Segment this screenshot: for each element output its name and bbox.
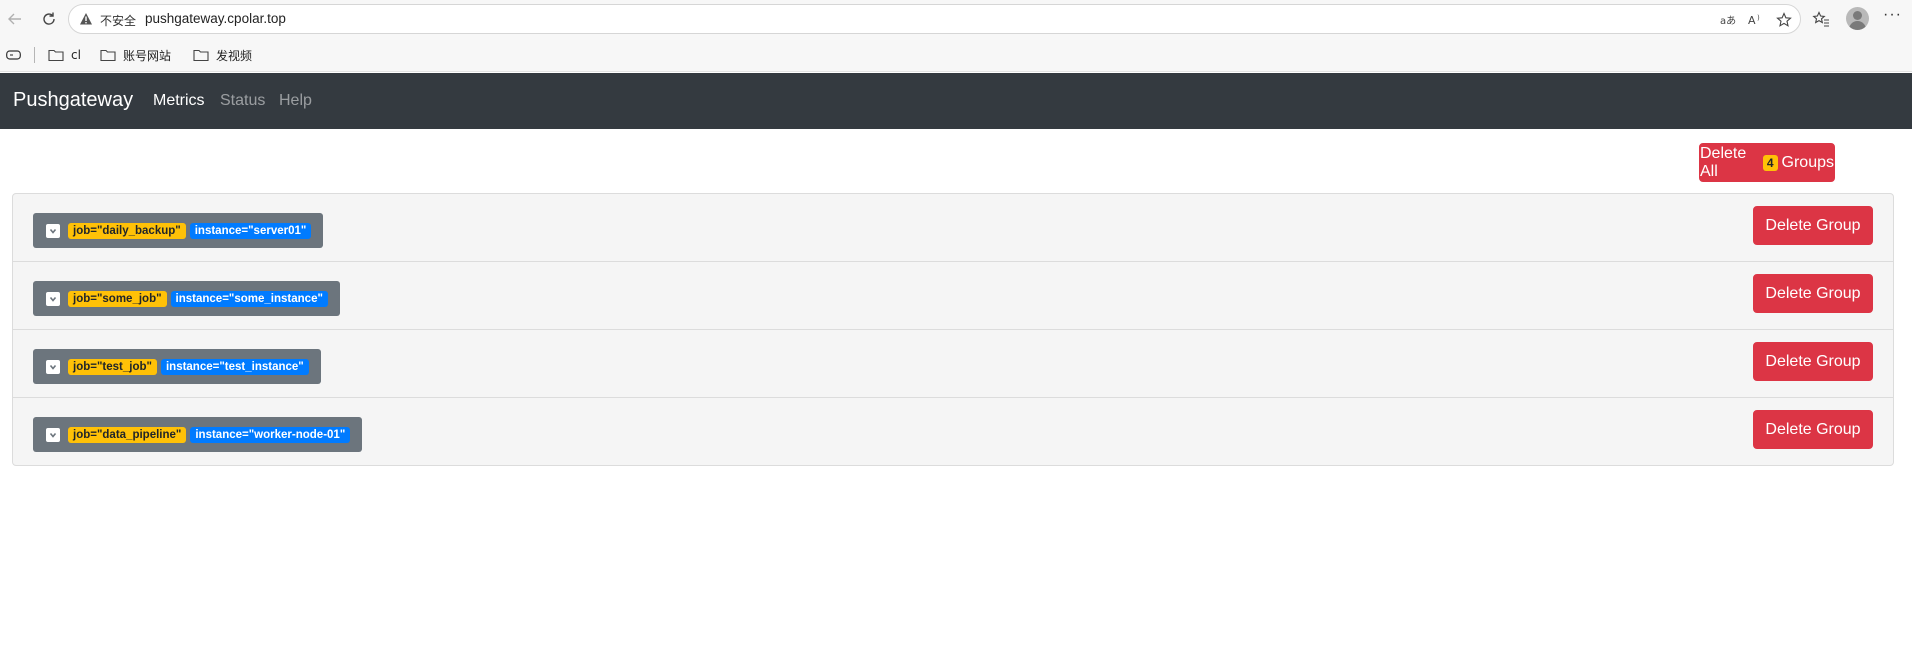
nav-link-status[interactable]: Status — [220, 92, 265, 110]
group-label-toggle[interactable]: job="daily_backup" instance="server01" — [33, 213, 324, 248]
group-row: job="daily_backup" instance="server01" D… — [13, 194, 1893, 262]
job-label-chip: job="daily_backup" — [68, 222, 186, 239]
instance-label-chip: instance="test_instance" — [160, 358, 309, 375]
translate-icon[interactable]: aあ — [1719, 11, 1737, 29]
gamepad-icon[interactable] — [6, 49, 21, 61]
expand-toggle-icon — [46, 359, 60, 374]
delete-group-button[interactable]: Delete Group — [1753, 274, 1873, 313]
read-aloud-icon[interactable]: A) — [1747, 11, 1765, 29]
brand-link[interactable]: Pushgateway — [13, 89, 133, 112]
expand-toggle-icon — [46, 427, 60, 442]
app-navbar: Pushgateway Metrics Status Help — [0, 73, 1912, 129]
bookmark-folder-accounts[interactable]: 账号网站 — [100, 46, 171, 64]
delete-group-button[interactable]: Delete Group — [1753, 410, 1873, 449]
bookmark-label: 账号网站 — [123, 48, 172, 63]
profile-avatar[interactable] — [1846, 7, 1869, 30]
favorite-star-icon[interactable] — [1775, 11, 1793, 29]
favorites-list-icon — [1812, 11, 1829, 27]
reload-icon — [43, 12, 55, 25]
instance-label-chip: instance="server01" — [189, 222, 312, 239]
job-label-chip: job="data_pipeline" — [68, 426, 187, 443]
delete-all-prefix: Delete All — [1700, 144, 1747, 180]
bookmark-label: 发视频 — [216, 48, 253, 63]
job-label-chip: job="test_job" — [68, 358, 157, 375]
bookmark-label: cl — [71, 48, 81, 62]
bookmarks-bar: cl 账号网站 发视频 — [0, 38, 1912, 72]
instance-label-chip: instance="worker-node-01" — [190, 426, 351, 443]
warning-icon — [80, 13, 92, 25]
browser-toolbar: 不安全 pushgateway.cpolar.top aあ A) ··· — [0, 0, 1912, 38]
group-label-toggle[interactable]: job="data_pipeline" instance="worker-nod… — [33, 417, 363, 452]
folder-icon — [48, 49, 64, 62]
bookmark-folder-cl[interactable]: cl — [48, 46, 81, 64]
back-arrow-icon — [8, 13, 21, 25]
nav-link-metrics[interactable]: Metrics — [153, 92, 205, 110]
favorites-button[interactable] — [1810, 8, 1832, 30]
svg-text:): ) — [1757, 14, 1760, 22]
folder-icon — [193, 49, 209, 62]
delete-all-groups-button[interactable]: Delete All 4 Groups — [1699, 143, 1835, 182]
insecure-label[interactable]: 不安全 — [100, 12, 136, 29]
folder-icon — [100, 49, 116, 62]
svg-text:A: A — [1748, 14, 1756, 27]
more-options-icon[interactable]: ··· — [1883, 6, 1902, 24]
nav-link-help[interactable]: Help — [279, 92, 312, 110]
group-row: job="data_pipeline" instance="worker-nod… — [13, 398, 1893, 466]
expand-toggle-icon — [46, 291, 60, 306]
reload-button[interactable] — [38, 8, 60, 30]
delete-all-suffix: Groups — [1781, 153, 1834, 171]
instance-label-chip: instance="some_instance" — [170, 290, 328, 307]
group-label-toggle[interactable]: job="test_job" instance="test_instance" — [33, 349, 321, 384]
bookmarks-divider — [34, 47, 35, 63]
url-text[interactable]: pushgateway.cpolar.top — [145, 11, 286, 26]
address-bar[interactable]: 不安全 pushgateway.cpolar.top aあ A) — [68, 4, 1801, 34]
expand-toggle-icon — [46, 223, 60, 238]
metric-groups-list: job="daily_backup" instance="server01" D… — [12, 193, 1894, 466]
bookmark-folder-videos[interactable]: 发视频 — [193, 46, 252, 64]
job-label-chip: job="some_job" — [68, 290, 167, 307]
back-button[interactable] — [4, 8, 26, 30]
group-row: job="test_job" instance="test_instance" … — [13, 330, 1893, 398]
group-label-toggle[interactable]: job="some_job" instance="some_instance" — [33, 281, 340, 316]
delete-group-button[interactable]: Delete Group — [1753, 342, 1873, 381]
svg-text:aあ: aあ — [1720, 15, 1736, 27]
delete-group-button[interactable]: Delete Group — [1753, 206, 1873, 245]
group-row: job="some_job" instance="some_instance" … — [13, 262, 1893, 330]
group-count-badge: 4 — [1762, 154, 1778, 171]
